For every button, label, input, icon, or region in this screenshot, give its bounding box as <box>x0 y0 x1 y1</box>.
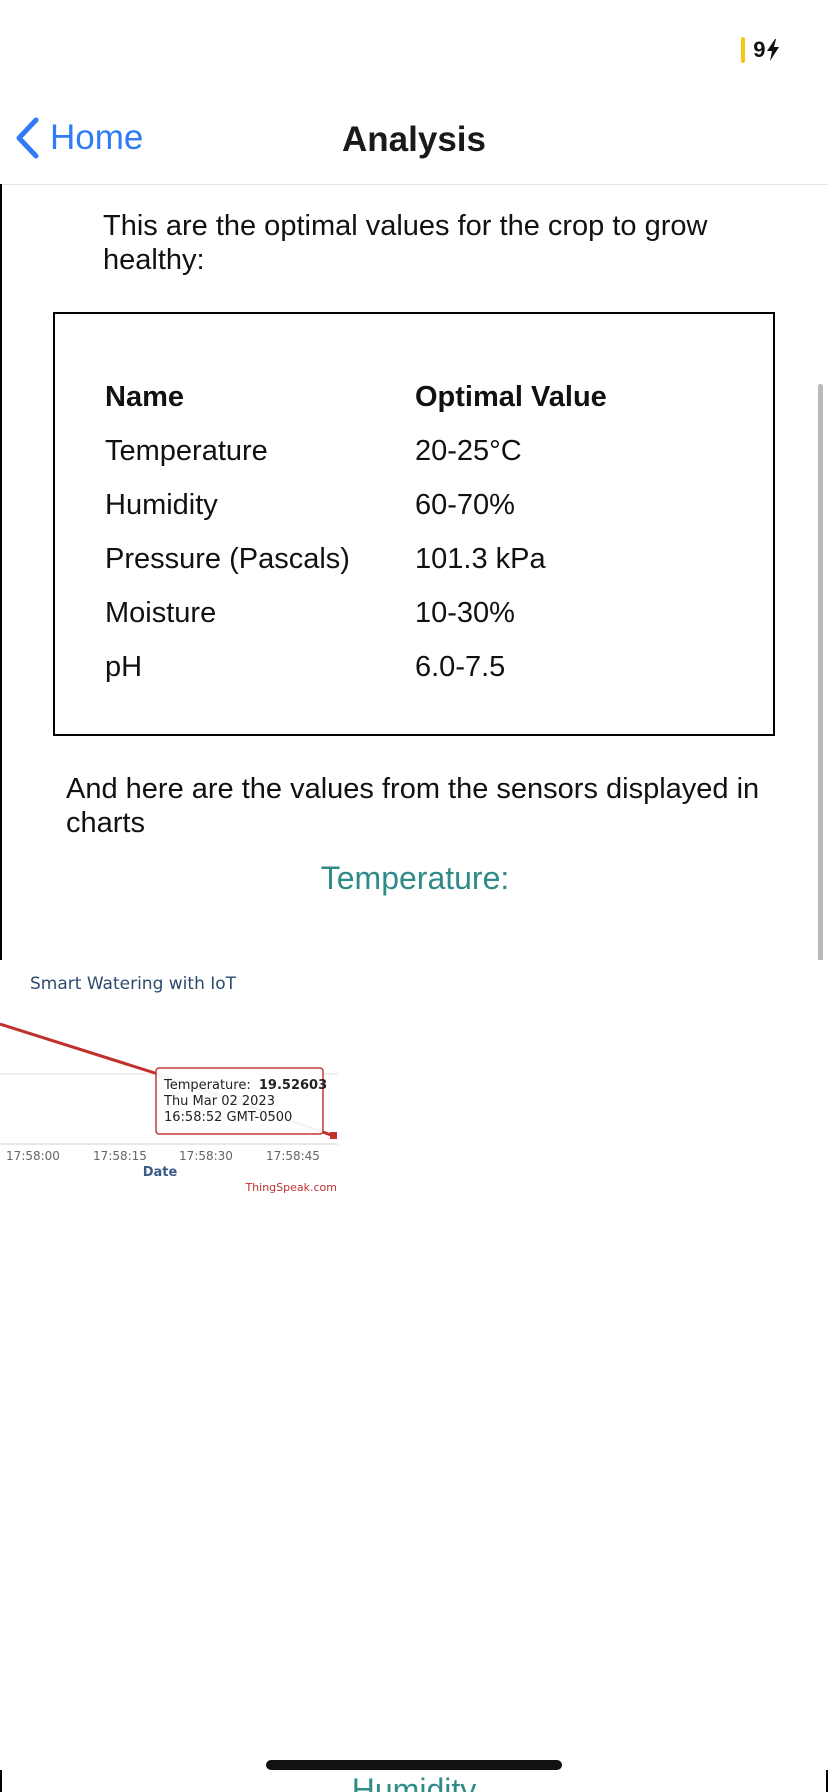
row-value-cell: 10-30% <box>415 596 515 629</box>
status-bar: 9 <box>0 0 828 96</box>
temperature-chart-svg: Smart Watering with IoT Temperature: 19.… <box>0 974 338 1194</box>
row-value-cell: 101.3 kPa <box>415 542 546 575</box>
column-header-name: Name <box>105 380 184 413</box>
tooltip-value: 19.52603 <box>259 1078 327 1093</box>
x-tick-label: 17:58:30 <box>179 1149 233 1163</box>
x-tick-label: 17:58:15 <box>93 1149 147 1163</box>
navigation-bar: Home Analysis <box>0 96 828 185</box>
tooltip-time: 16:58:52 GMT-0500 <box>164 1110 292 1125</box>
table-row: Humidity 60-70% <box>105 478 607 532</box>
row-name-cell: Pressure (Pascals) <box>105 542 350 575</box>
x-tick-label: 17:58:00 <box>6 1149 60 1163</box>
chart-tooltip: Temperature: 19.52603 Thu Mar 02 2023 16… <box>155 1067 327 1135</box>
row-name-cell: pH <box>105 650 143 683</box>
battery-percentage: 9 <box>753 37 766 62</box>
table-row: pH 6.0-7.5 <box>105 640 607 694</box>
table-header-row: Name Optimal Value <box>105 370 607 424</box>
row-name-cell: Temperature <box>105 434 268 467</box>
battery-indicator: 9 <box>741 36 780 64</box>
optimal-values-box: Name Optimal Value Temperature 20-25°C H… <box>53 312 775 736</box>
battery-level-bar <box>741 37 746 63</box>
vertical-scrollbar[interactable] <box>818 384 823 960</box>
sensors-intro-text: And here are the values from the sensors… <box>66 773 760 839</box>
charging-bolt-icon <box>767 39 779 61</box>
table-row: Moisture 10-30% <box>105 586 607 640</box>
temperature-data-point[interactable] <box>330 1132 337 1139</box>
intro-text: This are the optimal values for the crop… <box>103 210 708 276</box>
tooltip-date: Thu Mar 02 2023 <box>163 1094 275 1109</box>
temperature-chart[interactable]: Smart Watering with IoT Temperature: 19.… <box>0 960 360 1200</box>
web-content[interactable]: This are the optimal values for the crop… <box>0 184 828 960</box>
x-axis-label: Date <box>143 1165 178 1180</box>
table-row: Pressure (Pascals) 101.3 kPa <box>105 532 607 586</box>
temperature-section-heading: Temperature: <box>320 860 510 896</box>
column-header-optimal-value: Optimal Value <box>415 380 607 413</box>
svg-text:Temperature: 19.52603: Temperature: 19.52603 <box>163 1078 327 1093</box>
next-section-fragment: Humidity <box>0 1770 828 1792</box>
tooltip-label: Temperature: <box>163 1078 251 1093</box>
chart-title: Smart Watering with IoT <box>30 974 237 994</box>
table-row: Temperature 20-25°C <box>105 424 607 478</box>
row-value-cell: 20-25°C <box>415 434 522 467</box>
home-indicator[interactable] <box>266 1760 562 1770</box>
row-name-cell: Moisture <box>105 596 217 629</box>
row-value-cell: 6.0-7.5 <box>415 650 506 683</box>
row-name-cell: Humidity <box>105 488 218 521</box>
humidity-section-heading: Humidity <box>351 1772 477 1792</box>
chart-credit-link[interactable]: ThingSpeak.com <box>244 1181 337 1194</box>
x-tick-label: 17:58:45 <box>266 1149 320 1163</box>
page-title: Analysis <box>342 120 486 159</box>
optimal-values-table: Name Optimal Value Temperature 20-25°C H… <box>105 370 607 694</box>
row-value-cell: 60-70% <box>415 488 515 521</box>
